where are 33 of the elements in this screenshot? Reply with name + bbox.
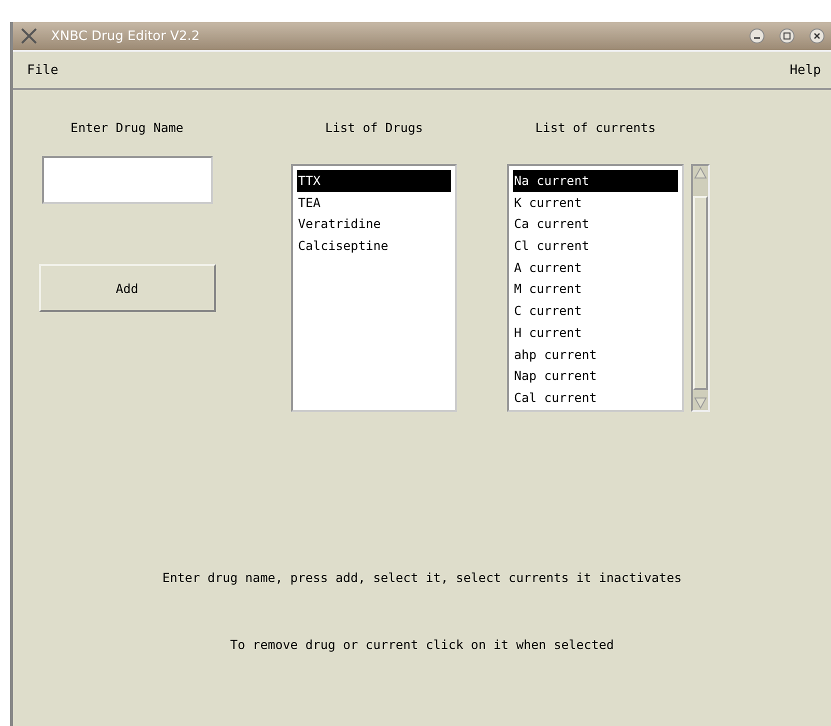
scrollbar[interactable] (691, 164, 710, 412)
list-item[interactable]: C current (513, 300, 678, 322)
window-title: XNBC Drug Editor V2.2 (51, 28, 201, 44)
field-label: Enter Drug Name (70, 120, 184, 136)
maximize-icon[interactable] (779, 28, 795, 44)
list-item[interactable]: Na current (513, 170, 678, 192)
list-item[interactable]: H current (513, 322, 678, 344)
drug-name-field[interactable] (42, 156, 212, 204)
list-label: List of currents (535, 120, 656, 136)
instruction-text: To remove drug or current click on it when selected (230, 637, 614, 652)
list-item[interactable]: TEA (297, 192, 451, 214)
scroll-thumb[interactable] (693, 196, 708, 390)
close-icon[interactable] (809, 28, 825, 44)
list-item[interactable]: Ca current (513, 213, 678, 236)
menu-item[interactable]: Help (790, 62, 821, 78)
scroll-up-icon[interactable] (693, 166, 708, 180)
list-item[interactable]: TTX (297, 170, 451, 192)
add-button[interactable]: Add (38, 264, 216, 312)
list-item[interactable]: Cl current (513, 235, 678, 257)
list-item[interactable]: K current (513, 192, 678, 214)
list-item[interactable]: ahp current (513, 344, 678, 366)
list-item[interactable]: Cal current (513, 386, 678, 409)
list-item[interactable]: Veratridine (297, 213, 451, 236)
menu-item[interactable]: File (27, 62, 58, 78)
x-logo-icon (21, 28, 37, 44)
list-item[interactable]: Calciseptine (297, 235, 451, 257)
list-item[interactable]: A current (513, 256, 678, 278)
list-item[interactable]: Nap current (513, 365, 678, 387)
list-label: List of Drugs (325, 120, 423, 136)
list-item[interactable]: M current (513, 278, 678, 300)
instruction-text: Enter drug name, press add, select it, select currents it inactivates (162, 570, 682, 585)
scroll-down-icon[interactable] (693, 396, 708, 410)
minimize-icon[interactable] (749, 28, 765, 44)
